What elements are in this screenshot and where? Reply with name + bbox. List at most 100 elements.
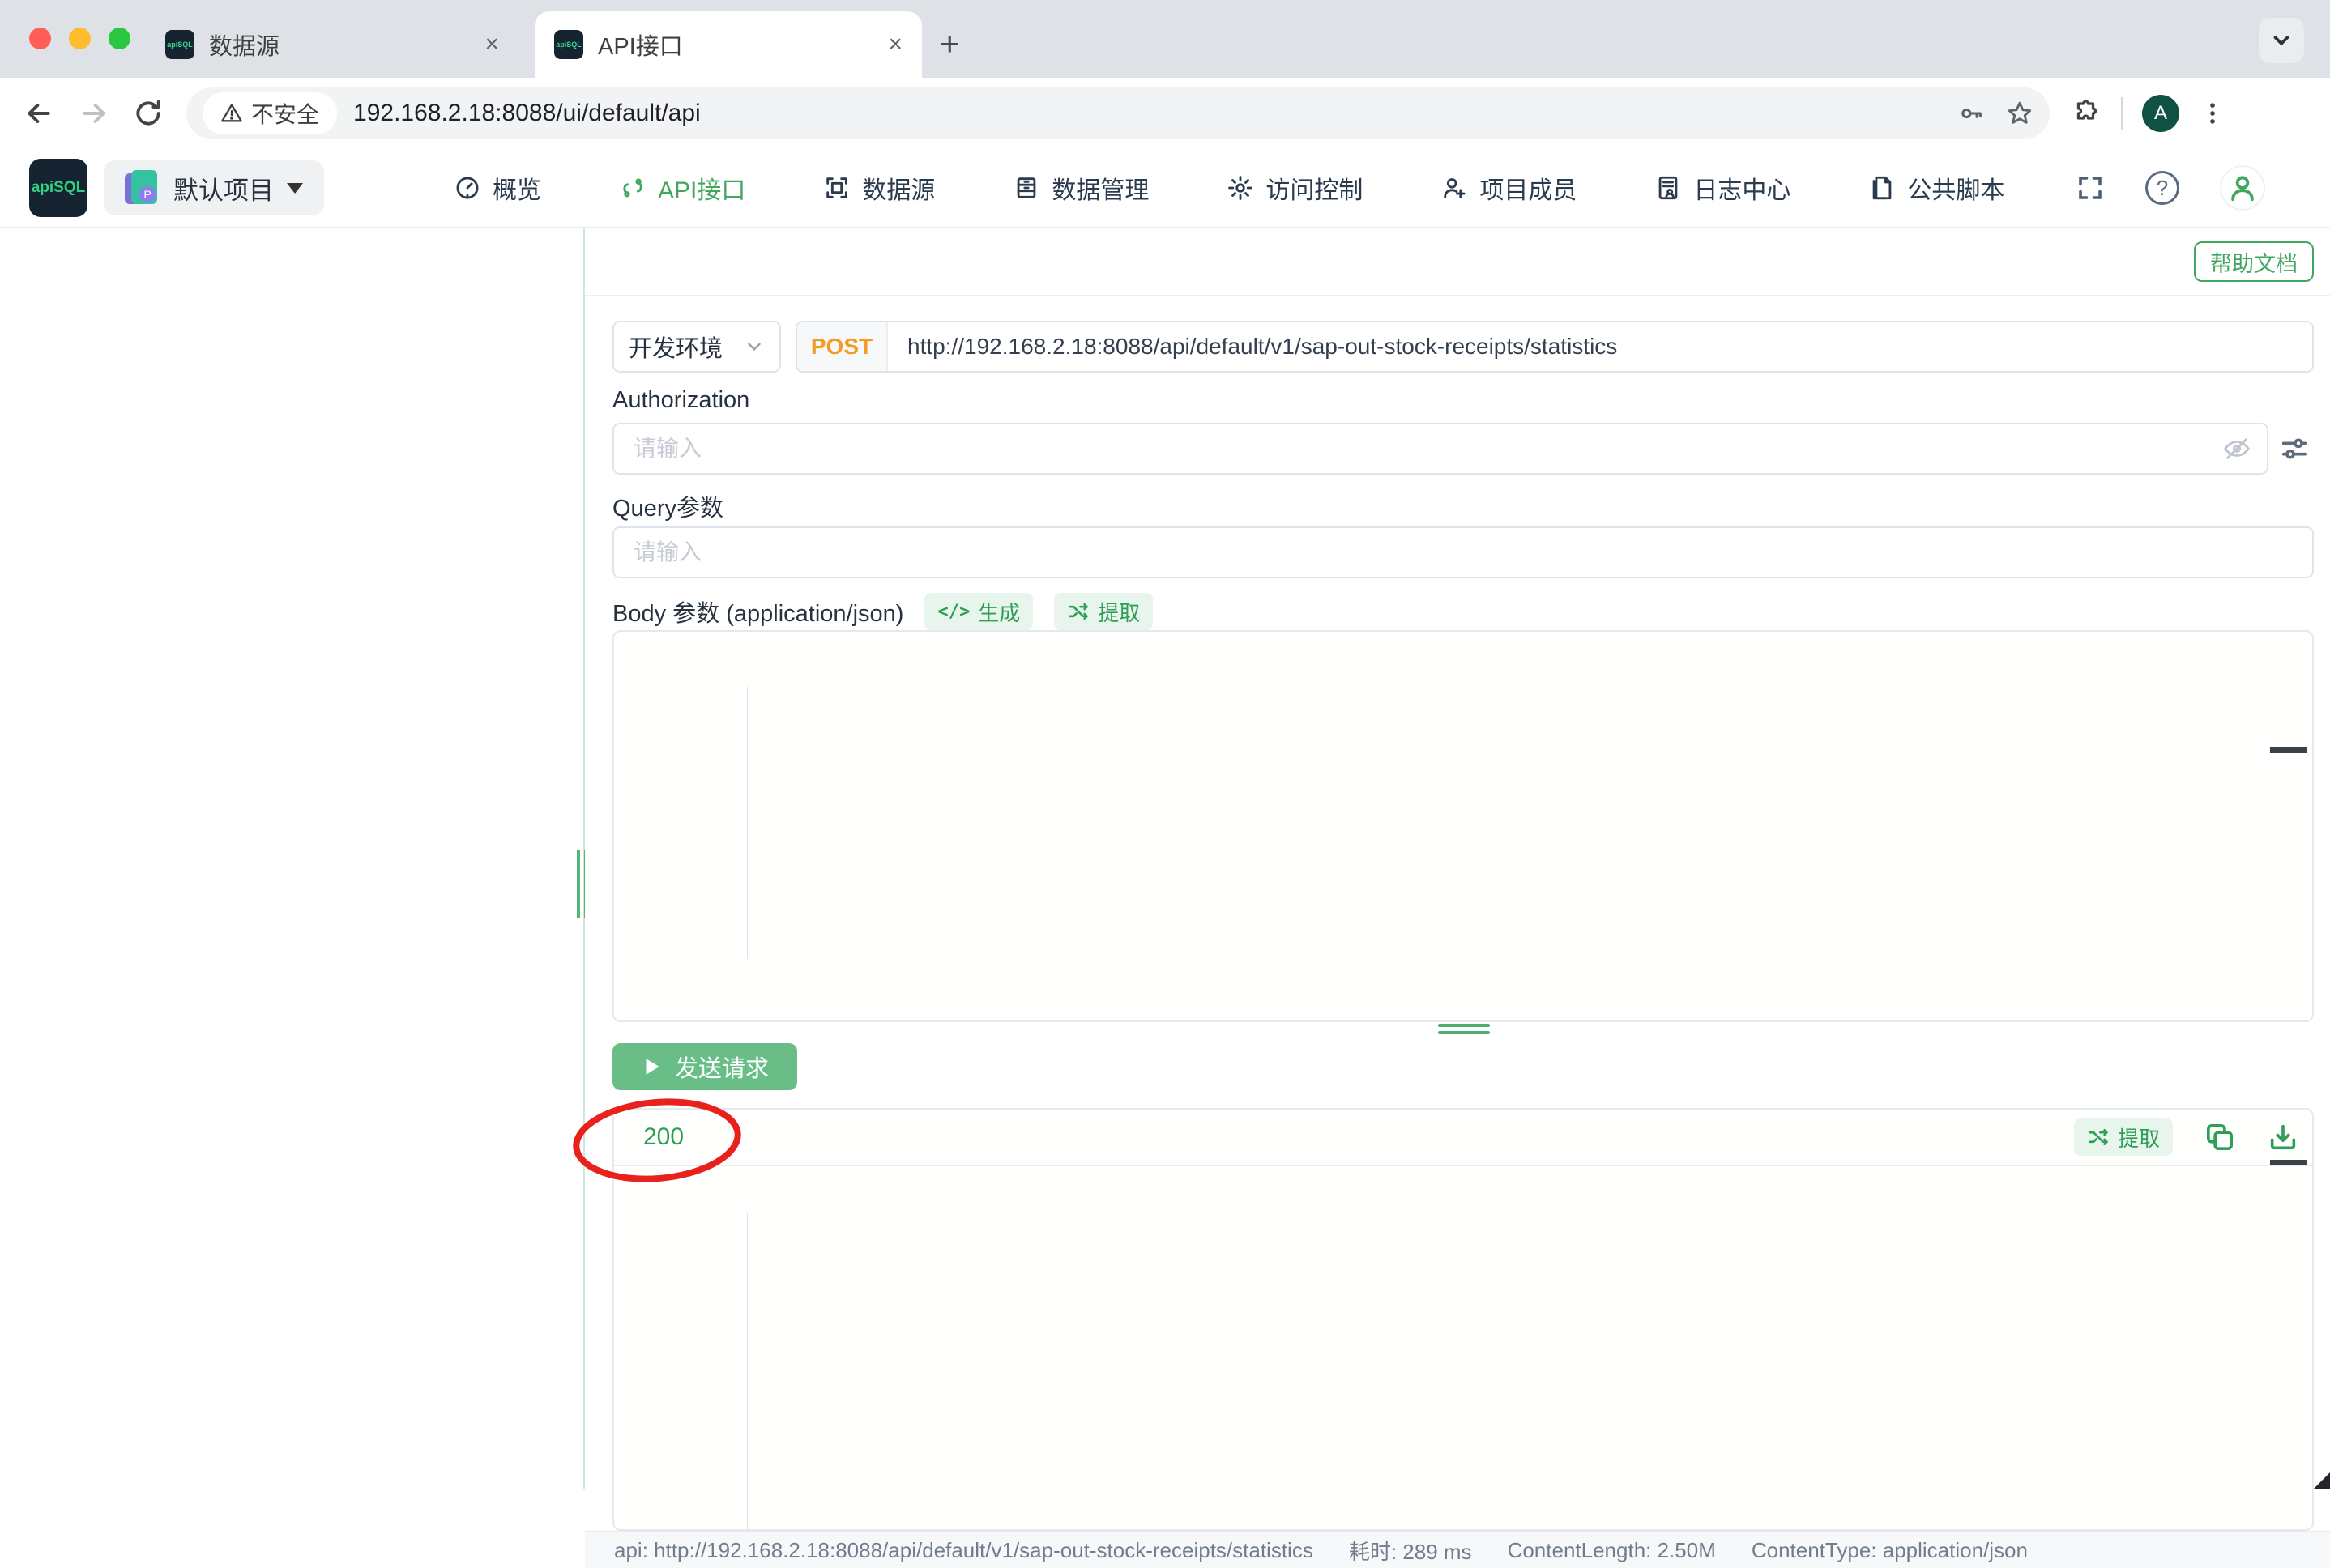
nav-item-0[interactable]: 概览 [454,170,541,206]
nav-item-6[interactable]: 日志中心 [1654,170,1790,206]
url-text[interactable]: 192.168.2.18:8088/ui/default/api [353,100,1941,127]
gauge-icon [454,174,481,202]
scroll-marker [2270,747,2307,753]
browser-tab-api[interactable]: apiSQL API接口 × [535,11,922,78]
datasource-icon [823,174,851,202]
close-tab-icon[interactable]: × [484,31,499,58]
security-label: 不安全 [251,97,319,130]
request-url-box[interactable]: POST http://192.168.2.18:8088/api/defaul… [796,321,2314,373]
browser-profile-avatar[interactable]: A [2142,95,2179,132]
browser-toolbar: 不安全 192.168.2.18:8088/ui/default/api A [0,78,2330,149]
status-api-url: api: http://192.168.2.18:8088/api/defaul… [614,1538,1313,1563]
query-params-input[interactable] [614,539,2312,565]
chevron-down-icon [2269,28,2294,53]
extensions-icon[interactable] [2072,99,2102,128]
api-tree-sidebar [0,228,583,1489]
response-editor[interactable] [614,1168,2312,1529]
window-controls [29,28,130,49]
project-icon: P [125,170,160,206]
person-icon [2227,173,2258,203]
browser-tab-strip: apiSQL 数据源 × apiSQL API接口 × + [0,0,2330,78]
http-method-badge: POST [797,322,888,371]
project-selector[interactable]: P 默认项目 [104,160,324,215]
generate-button[interactable]: </>生成 [924,593,1033,630]
extract-button[interactable]: 提取 [1054,593,1153,630]
nav-item-4[interactable]: 访问控制 [1227,170,1363,206]
member-add-icon [1440,174,1468,202]
nav-item-label: 数据源 [862,170,935,206]
request-url[interactable]: http://192.168.2.18:8088/api/default/v1/… [888,334,1617,360]
back-button[interactable] [23,97,55,130]
nav-item-label: 概览 [493,170,541,206]
send-request-button[interactable]: 发送请求 [612,1043,797,1090]
project-name: 默认项目 [173,170,274,207]
download-icon[interactable] [2267,1121,2299,1153]
apisql-favicon: apiSQL [554,30,583,59]
main-panel: 帮助文档 开发环境 POST http://192.168.2.18:8088/… [585,228,2330,1568]
fullscreen-icon[interactable] [2076,173,2105,202]
query-params-label: Query参数 [612,489,723,523]
eye-off-icon[interactable] [2223,435,2267,462]
new-tab-button[interactable]: + [940,24,960,63]
sliders-icon [2278,432,2311,465]
warning-icon [220,102,243,125]
url-bar[interactable]: 不安全 192.168.2.18:8088/ui/default/api [186,87,2050,139]
nav-item-5[interactable]: 项目成员 [1440,170,1577,206]
tab-title: API接口 [598,28,873,62]
maximize-window-button[interactable] [109,28,130,49]
shuffle-icon [1067,600,1090,623]
copy-icon[interactable] [2204,1121,2236,1153]
nav-item-1[interactable]: API接口 [619,170,745,206]
help-icon[interactable]: ? [2145,171,2179,205]
close-tab-icon[interactable]: × [888,31,903,58]
tab-search-button[interactable] [2259,18,2304,63]
editor-resize-handle[interactable] [1438,1024,1490,1034]
environment-value: 开发环境 [629,330,723,364]
response-status-bar: api: http://192.168.2.18:8088/api/defaul… [585,1531,2330,1568]
indent-guide [747,687,748,959]
browser-tab-datasource[interactable]: apiSQL 数据源 × [146,11,518,78]
user-avatar[interactable] [2220,165,2265,211]
password-key-icon[interactable] [1957,100,1985,127]
tab-title: 数据源 [209,28,470,62]
code-icon: </> [937,602,970,622]
resize-corner [2314,1472,2330,1489]
status-time: 耗时: 289 ms [1349,1536,1472,1566]
security-chip[interactable]: 不安全 [203,92,337,134]
minimize-window-button[interactable] [69,28,91,49]
body-params-label: Body 参数 (application/json) [612,594,903,628]
body-editor[interactable] [612,630,2314,1022]
browser-menu-icon[interactable] [2199,100,2226,127]
authorization-label: Authorization [612,387,749,414]
chevron-down-icon [287,183,303,194]
nav-item-7[interactable]: 公共脚本 [1868,170,2004,206]
gear-icon [1227,174,1254,202]
api-link-icon [619,174,647,202]
environment-select[interactable]: 开发环境 [612,321,781,373]
authorization-input[interactable] [614,436,2223,462]
help-doc-button[interactable]: 帮助文档 [2194,241,2314,282]
play-icon [641,1056,662,1077]
nav-item-label: 数据管理 [1052,170,1149,206]
result-panel: 200 提取 [612,1108,2314,1531]
scroll-marker [2270,1160,2307,1165]
close-window-button[interactable] [29,28,51,49]
nav-item-label: API接口 [658,170,745,206]
nav-item-2[interactable]: 数据源 [823,170,935,206]
auth-settings-button[interactable] [2278,432,2311,465]
indent-guide [747,1213,748,1529]
app-navbar: apiSQL P 默认项目 概览 API接口 数据源 数据管理 访问控制 项目成员 日志中心… [0,149,2330,228]
log-center-icon [1654,174,1682,202]
apisql-logo: apiSQL [29,159,87,217]
forward-button[interactable] [78,97,110,130]
nav-item-3[interactable]: 数据管理 [1013,170,1149,206]
script-icon [1868,174,1896,202]
result-extract-button[interactable]: 提取 [2074,1118,2173,1156]
shuffle-icon [2087,1126,2110,1148]
status-content-length: ContentLength: 2.50M [1508,1538,1716,1563]
bookmark-star-icon[interactable] [2006,100,2033,127]
apisql-favicon: apiSQL [165,30,194,59]
status-content-type: ContentType: application/json [1752,1538,2028,1563]
nav-item-label: 公共脚本 [1907,170,2004,206]
reload-button[interactable] [133,98,164,129]
